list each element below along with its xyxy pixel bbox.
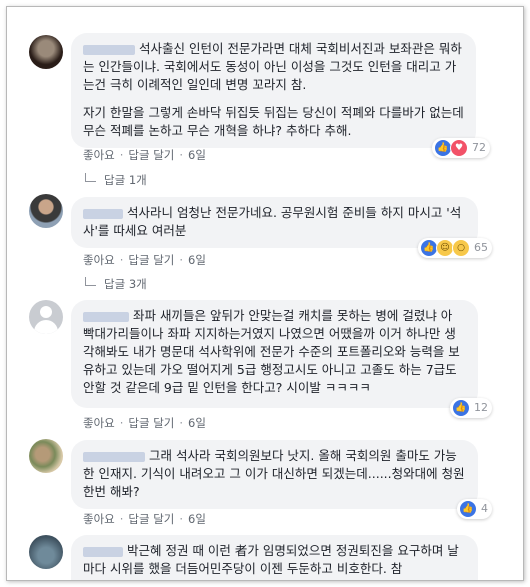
- wow-reaction-icon: ○: [452, 239, 470, 257]
- comment-actions: 좋아요 · 답글 달기 · 6일: [83, 416, 206, 430]
- reaction-summary[interactable]: 👍 12: [450, 398, 492, 418]
- comment-text: 석사출신 인턴이 전문가라면 대체 국회비서진과 보좌관은 뭐하는 인간들이냐.…: [83, 41, 462, 92]
- reply-link[interactable]: 답글 달기: [128, 148, 174, 162]
- default-avatar-head: [40, 306, 52, 318]
- comment-bubble: 박근혜 정권 때 이런 者가 임명되었으면 정권퇴진을 요구하며 날마다 시위를…: [71, 535, 478, 580]
- comment-bubble: 그래 석사라 국회의원보다 낫지. 올해 국회의원 출마도 가능한 인재지. 기…: [71, 440, 492, 519]
- comment-actions: 좋아요 · 답글 달기 · 6일: [83, 512, 206, 526]
- comment-text: 자기 한말을 그렇게 손바닥 뒤집듯 뒤집는 당신이 적폐와 다를바가 없는데 …: [83, 105, 464, 138]
- comment-bubble: 석사출신 인턴이 전문가라면 대체 국회비서진과 보좌관은 뭐하는 인간들이냐.…: [71, 33, 490, 158]
- view-replies-link[interactable]: 답글 1개: [85, 172, 147, 188]
- like-link[interactable]: 좋아요: [83, 253, 115, 267]
- like-reaction-icon: 👍: [452, 399, 470, 417]
- avatar[interactable]: [29, 535, 63, 569]
- avatar[interactable]: [29, 300, 63, 334]
- reaction-summary[interactable]: 👍 ♥ 72: [432, 138, 490, 158]
- reply-arrow-icon: [85, 277, 96, 286]
- reply-arrow-icon: [85, 173, 96, 182]
- reaction-count: 72: [472, 141, 486, 154]
- comment-bubble: 석사라니 엄청난 전문가네요. 공무원시험 준비들 하지 마시고 '석사'를 따…: [71, 197, 492, 258]
- avatar[interactable]: [29, 194, 63, 228]
- reaction-summary[interactable]: 👍 4: [457, 499, 492, 519]
- love-reaction-icon: ♥: [450, 139, 468, 157]
- author-name[interactable]: [83, 311, 129, 322]
- comment-bubble: 좌파 새끼들은 앞뒤가 안맞는걸 캐치를 못하는 병에 걸렸냐 아 빡대가리들이…: [71, 300, 492, 418]
- timestamp[interactable]: 6일: [188, 416, 206, 430]
- comment-actions: 좋아요 · 답글 달기 · 6일: [83, 253, 206, 267]
- comment-text: 석사라니 엄청난 전문가네요. 공무원시험 준비들 하지 마시고 '석사'를 따…: [83, 205, 462, 238]
- default-avatar-body: [34, 320, 58, 334]
- reaction-count: 12: [474, 401, 488, 414]
- comment-text: 박근혜 정권 때 이런 者가 임명되었으면 정권퇴진을 요구하며 날마다 시위를…: [83, 543, 459, 576]
- comments-panel: 석사출신 인턴이 전문가라면 대체 국회비서진과 보좌관은 뭐하는 인간들이냐.…: [6, 6, 524, 581]
- reply-link[interactable]: 답글 달기: [128, 253, 174, 267]
- avatar[interactable]: [29, 35, 63, 69]
- comment-text: 좌파 새끼들은 앞뒤가 안맞는걸 캐치를 못하는 병에 걸렸냐 아 빡대가리들이…: [83, 308, 460, 395]
- reaction-count: 4: [481, 502, 488, 515]
- avatar[interactable]: [29, 439, 63, 473]
- author-name[interactable]: [83, 44, 135, 55]
- like-link[interactable]: 좋아요: [83, 148, 115, 162]
- reply-link[interactable]: 답글 달기: [128, 512, 174, 526]
- reaction-count: 65: [474, 241, 488, 254]
- like-link[interactable]: 좋아요: [83, 416, 115, 430]
- author-name[interactable]: [83, 451, 145, 462]
- view-replies-link[interactable]: 답글 3개: [85, 276, 147, 292]
- author-name[interactable]: [83, 208, 123, 219]
- timestamp[interactable]: 6일: [188, 253, 206, 267]
- like-reaction-icon: 👍: [459, 500, 477, 518]
- timestamp[interactable]: 6일: [188, 148, 206, 162]
- like-link[interactable]: 좋아요: [83, 512, 115, 526]
- reply-link[interactable]: 답글 달기: [128, 416, 174, 430]
- reaction-summary[interactable]: 👍 ☺ ○ 65: [418, 238, 492, 258]
- timestamp[interactable]: 6일: [188, 512, 206, 526]
- author-name[interactable]: [83, 546, 123, 557]
- comment-actions: 좋아요 · 답글 달기 · 6일: [83, 148, 206, 162]
